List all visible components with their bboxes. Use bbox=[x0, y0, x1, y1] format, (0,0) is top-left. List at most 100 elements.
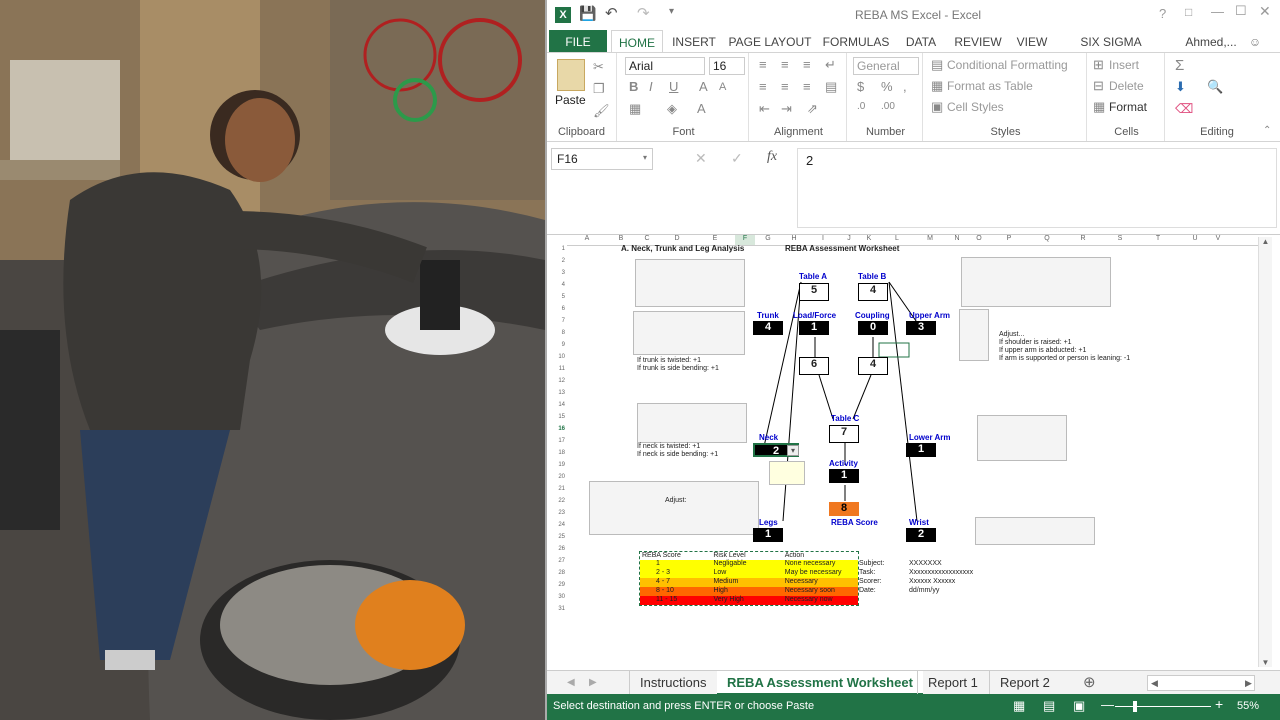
name-box-dropdown-icon[interactable]: ▾ bbox=[643, 153, 647, 162]
insert-function-icon[interactable]: fx bbox=[767, 149, 777, 165]
reba-score-value[interactable]: 8 bbox=[829, 502, 859, 516]
score-b-total[interactable]: 4 bbox=[858, 357, 888, 375]
copy-icon[interactable]: ❐ bbox=[593, 81, 605, 97]
scroll-up-icon[interactable]: ▲ bbox=[1259, 237, 1272, 246]
zoom-level[interactable]: 55% bbox=[1237, 700, 1259, 712]
ribbon-options-icon[interactable]: □ bbox=[1185, 5, 1192, 19]
close-icon[interactable]: ✕ bbox=[1259, 3, 1271, 20]
coupling-score[interactable]: 0 bbox=[858, 321, 888, 335]
cut-icon[interactable]: ✂ bbox=[593, 59, 604, 75]
cell-dropdown-icon[interactable]: ▾ bbox=[787, 445, 799, 456]
paste-button[interactable]: Paste bbox=[555, 93, 586, 107]
hscroll-right-icon[interactable]: ▶ bbox=[1245, 671, 1252, 695]
fill-color-icon[interactable]: ◈ bbox=[667, 101, 677, 117]
scroll-down-icon[interactable]: ▼ bbox=[1259, 658, 1272, 667]
trunk-score[interactable]: 4 bbox=[753, 321, 783, 335]
user-avatar-icon[interactable]: ☺ bbox=[1243, 30, 1267, 54]
tab-scroll-right-icon[interactable]: ▶ bbox=[589, 671, 597, 695]
new-sheet-icon[interactable]: ⊕ bbox=[1083, 671, 1096, 695]
redo-icon[interactable]: ↷ bbox=[637, 4, 650, 22]
insert-button[interactable]: Insert bbox=[1109, 58, 1139, 72]
format-as-table-button[interactable]: Format as Table bbox=[947, 79, 1033, 93]
increase-indent-icon[interactable]: ⇥ bbox=[781, 101, 792, 117]
customize-toolbar-icon[interactable]: ▾ bbox=[669, 6, 674, 17]
borders-icon[interactable]: ▦ bbox=[629, 101, 641, 117]
scorer-value[interactable]: Xxxxxx Xxxxxx bbox=[909, 578, 955, 585]
tab-home[interactable]: HOME bbox=[611, 30, 663, 54]
sheet-tab-report-2[interactable]: Report 2 bbox=[989, 671, 1060, 695]
vertical-scrollbar[interactable]: ▲ ▼ bbox=[1258, 237, 1272, 667]
normal-view-icon[interactable]: ▦ bbox=[1013, 698, 1025, 714]
conditional-formatting-button[interactable]: Conditional Formatting bbox=[947, 58, 1068, 72]
tab-view[interactable]: VIEW bbox=[1013, 30, 1051, 54]
page-layout-view-icon[interactable]: ▤ bbox=[1043, 698, 1055, 714]
find-select-icon[interactable]: 🔍 bbox=[1207, 79, 1223, 95]
orientation-icon[interactable]: ⇗ bbox=[807, 101, 818, 117]
fill-icon[interactable]: ⬇ bbox=[1175, 79, 1186, 95]
paste-icon[interactable] bbox=[557, 59, 585, 91]
shrink-font-icon[interactable]: A bbox=[719, 81, 726, 93]
minimize-icon[interactable]: — bbox=[1211, 4, 1224, 19]
align-right-icon[interactable]: ≡ bbox=[803, 79, 811, 94]
collapse-ribbon-icon[interactable]: ⌃ bbox=[1263, 125, 1271, 136]
tab-six-sigma-tools[interactable]: SIX SIGMA TOOLS bbox=[1059, 30, 1163, 73]
table-a-score[interactable]: 5 bbox=[799, 283, 829, 301]
autosum-icon[interactable]: Σ bbox=[1175, 57, 1184, 74]
grow-font-icon[interactable]: A bbox=[699, 79, 708, 94]
align-bottom-icon[interactable]: ≡ bbox=[803, 57, 811, 72]
cancel-entry-icon[interactable]: ✕ bbox=[695, 150, 707, 167]
tab-data[interactable]: DATA bbox=[899, 30, 943, 54]
table-c-score[interactable]: 7 bbox=[829, 425, 859, 443]
tab-insert[interactable]: INSERT bbox=[669, 30, 719, 54]
subject-value[interactable]: XXXXXXX bbox=[909, 560, 942, 567]
zoom-slider-thumb[interactable] bbox=[1133, 701, 1137, 712]
format-button[interactable]: Format bbox=[1109, 100, 1147, 114]
align-top-icon[interactable]: ≡ bbox=[759, 57, 767, 72]
font-size-select[interactable]: 16 bbox=[709, 57, 745, 75]
tab-page-layout[interactable]: PAGE LAYOUT bbox=[727, 30, 813, 54]
number-format-select[interactable]: General bbox=[853, 57, 919, 75]
zoom-out-icon[interactable]: — bbox=[1101, 697, 1114, 712]
italic-icon[interactable]: I bbox=[649, 79, 653, 94]
upper-arm-score[interactable]: 3 bbox=[906, 321, 936, 335]
sheet-tab-report-1[interactable]: Report 1 bbox=[917, 671, 988, 695]
table-b-score[interactable]: 4 bbox=[858, 283, 888, 301]
name-box[interactable]: F16 bbox=[551, 148, 653, 170]
task-value[interactable]: Xxxxxxxxxxxxxxxxxx bbox=[909, 569, 973, 576]
load-force-score[interactable]: 1 bbox=[799, 321, 829, 335]
decrease-indent-icon[interactable]: ⇤ bbox=[759, 101, 770, 117]
undo-icon[interactable]: ↶ bbox=[605, 4, 618, 22]
increase-decimal-icon[interactable]: .0 bbox=[857, 101, 865, 112]
tab-file[interactable]: FILE bbox=[549, 30, 607, 54]
maximize-icon[interactable]: ☐ bbox=[1235, 3, 1247, 19]
wrist-score[interactable]: 2 bbox=[906, 528, 936, 542]
tab-review[interactable]: REVIEW bbox=[951, 30, 1005, 54]
format-painter-icon[interactable]: 🖌 bbox=[593, 103, 610, 119]
zoom-in-icon[interactable]: + bbox=[1215, 696, 1223, 712]
help-icon[interactable]: ? bbox=[1159, 6, 1166, 21]
align-center-icon[interactable]: ≡ bbox=[781, 79, 789, 94]
decrease-decimal-icon[interactable]: .00 bbox=[881, 101, 895, 112]
score-a-total[interactable]: 6 bbox=[799, 357, 829, 375]
font-name-select[interactable]: Arial bbox=[625, 57, 705, 75]
zoom-slider[interactable] bbox=[1115, 706, 1211, 707]
bold-icon[interactable]: B bbox=[629, 79, 638, 94]
hscroll-left-icon[interactable]: ◀ bbox=[1151, 671, 1158, 695]
underline-icon[interactable]: U bbox=[669, 79, 678, 94]
user-name[interactable]: Ahmed,... bbox=[1181, 30, 1241, 54]
confirm-entry-icon[interactable]: ✓ bbox=[731, 150, 743, 167]
wrap-text-icon[interactable]: ↵ bbox=[825, 57, 836, 73]
tab-formulas[interactable]: FORMULAS bbox=[821, 30, 891, 54]
horizontal-scrollbar[interactable] bbox=[1147, 675, 1255, 691]
tab-scroll-left-icon[interactable]: ◀ bbox=[567, 671, 575, 695]
sheet-tab-instructions[interactable]: Instructions bbox=[629, 671, 716, 695]
percent-icon[interactable]: % bbox=[881, 79, 893, 94]
align-middle-icon[interactable]: ≡ bbox=[781, 57, 789, 72]
lower-arm-score[interactable]: 1 bbox=[906, 443, 936, 457]
activity-score[interactable]: 1 bbox=[829, 469, 859, 483]
date-value[interactable]: dd/mm/yy bbox=[909, 587, 939, 594]
currency-icon[interactable]: $ bbox=[857, 79, 864, 94]
cell-styles-button[interactable]: Cell Styles bbox=[947, 100, 1004, 114]
comma-style-icon[interactable]: , bbox=[903, 79, 907, 94]
save-icon[interactable]: 💾 bbox=[579, 5, 596, 22]
